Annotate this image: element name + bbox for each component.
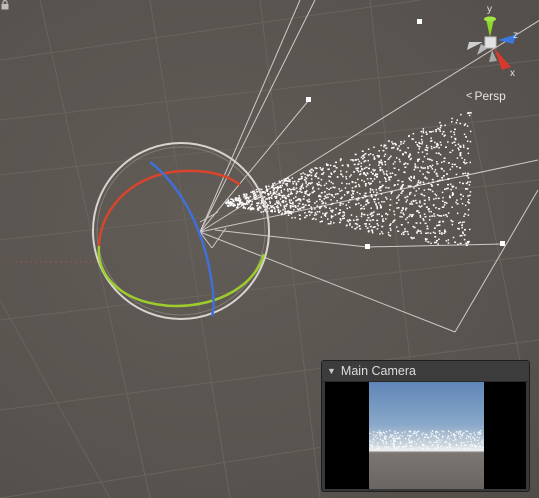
- gizmo-y-label: y: [487, 4, 492, 15]
- gizmo-z-label: z: [513, 30, 518, 41]
- lock-icon[interactable]: [0, 0, 10, 10]
- particle-system: [225, 112, 472, 246]
- rotation-gizmo[interactable]: [92, 142, 270, 320]
- camera-render: [369, 382, 484, 489]
- projection-toggle[interactable]: < Persp: [466, 88, 526, 104]
- gizmo-x-label: x: [510, 68, 515, 79]
- camera-preview-viewport: [325, 382, 526, 489]
- scene-view[interactable]: y z x < Persp ▼ Main Camera: [0, 0, 539, 498]
- collapse-triangle-icon[interactable]: ▼: [327, 366, 336, 376]
- preview-particles: [369, 430, 484, 450]
- rotation-ring-z: [149, 161, 215, 317]
- back-arrow-icon: <: [466, 90, 473, 102]
- camera-preview-header[interactable]: ▼ Main Camera: [322, 361, 529, 382]
- gizmo-y-cone-icon: [486, 19, 494, 37]
- camera-preview-panel[interactable]: ▼ Main Camera: [321, 360, 530, 492]
- projection-label: Persp: [474, 89, 506, 103]
- camera-preview-title: Main Camera: [340, 364, 416, 378]
